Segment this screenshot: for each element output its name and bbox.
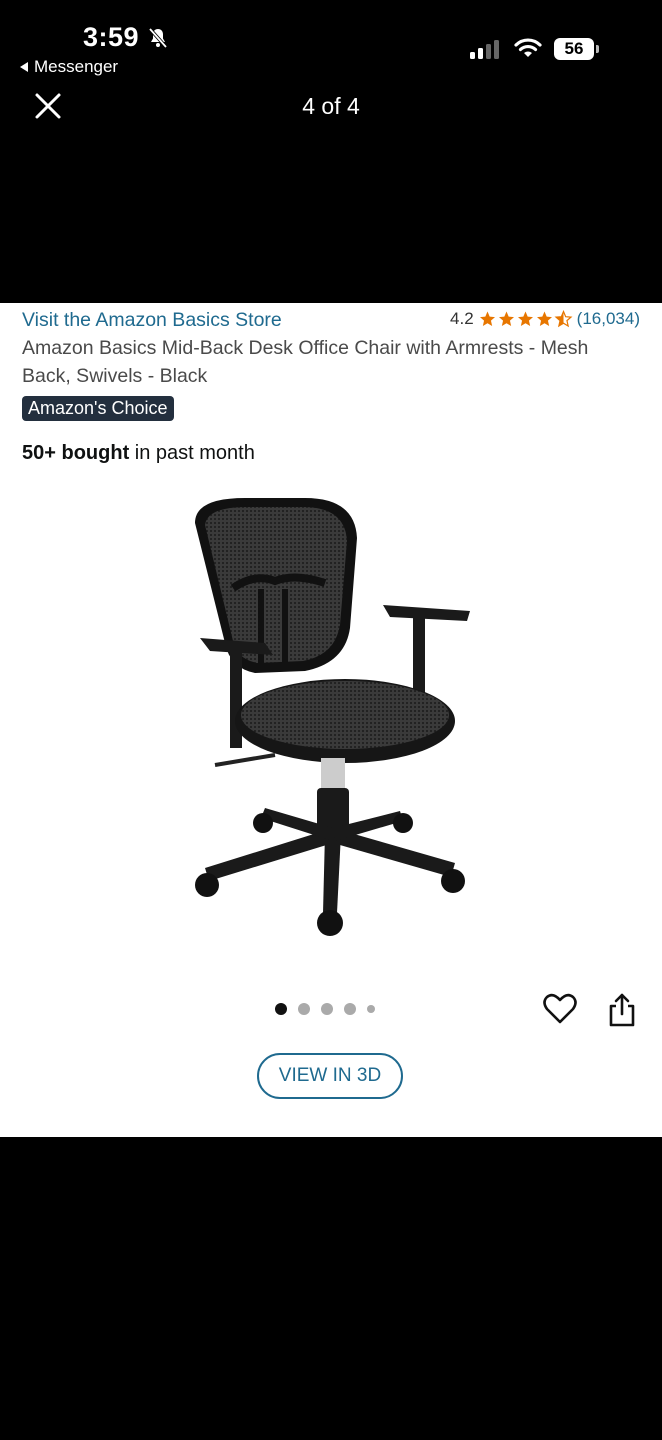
store-link[interactable]: Visit the Amazon Basics Store: [22, 309, 282, 332]
signal-icon: [470, 40, 499, 59]
rating-stars: [478, 310, 573, 328]
product-title: Amazon Basics Mid-Back Desk Office Chair…: [22, 337, 589, 387]
rating-summary[interactable]: 4.2 (16,034): [450, 309, 640, 329]
pagination-dot[interactable]: [275, 1003, 287, 1015]
back-arrow-icon: [20, 62, 28, 72]
pagination-dot[interactable]: [344, 1003, 356, 1015]
rating-count: (16,034): [576, 309, 640, 328]
bell-slash-icon: [148, 27, 168, 49]
bought-count-bold: 50+ bought: [22, 442, 130, 464]
rating-value: 4.2: [450, 309, 474, 328]
view-in-3d-button[interactable]: VIEW IN 3D: [257, 1053, 403, 1099]
pagination-dot[interactable]: [298, 1003, 310, 1015]
star-icon: [517, 311, 533, 326]
bought-count-rest: in past month: [129, 442, 255, 464]
product-panel: Visit the Amazon Basics Store 4.2 (16,03…: [0, 303, 662, 1137]
back-to-app-link[interactable]: Messenger: [20, 57, 118, 77]
star-icon: [498, 311, 514, 326]
image-counter: 4 of 4: [302, 93, 360, 119]
star-icon: [536, 311, 552, 326]
pagination-dot[interactable]: [367, 1005, 375, 1013]
star-half-icon: [554, 310, 573, 328]
wifi-icon: [514, 38, 542, 57]
bought-count: 50+ bought in past month: [22, 442, 255, 465]
battery-cap: [596, 45, 599, 53]
amazons-choice-badge: Amazon's Choice: [22, 396, 174, 421]
status-time: 3:59: [83, 22, 140, 52]
product-image[interactable]: [185, 493, 475, 943]
star-icon: [479, 311, 495, 326]
share-icon[interactable]: [607, 992, 637, 1028]
pagination-dot[interactable]: [321, 1003, 333, 1015]
heart-icon[interactable]: [543, 993, 577, 1025]
image-pagination[interactable]: [275, 1003, 375, 1015]
battery-icon: 56: [554, 38, 594, 60]
back-app-label: Messenger: [34, 57, 119, 76]
